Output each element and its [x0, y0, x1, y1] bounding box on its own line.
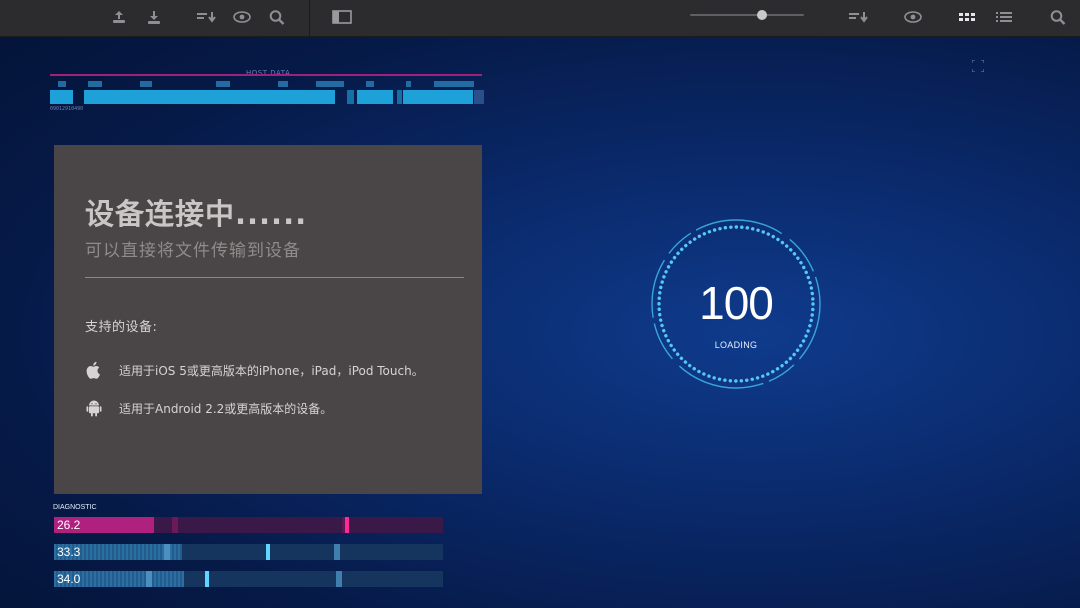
top-toolbar: [0, 0, 1080, 37]
sort-down-icon[interactable]: [196, 7, 218, 27]
card-divider: [85, 277, 464, 278]
loading-label: LOADING: [714, 340, 758, 350]
sort-down-icon[interactable]: [848, 7, 870, 27]
sidebar-toggle-icon[interactable]: [331, 7, 353, 27]
apple-icon: [85, 361, 103, 379]
diagnostic-value: 34.0: [57, 572, 81, 586]
grid-view-icon[interactable]: [956, 7, 978, 27]
device-item-label: 适用于Android 2.2或更高版本的设备。: [119, 401, 333, 416]
device-item-label: 适用于iOS 5或更高版本的iPhone，iPad，iPod Touch。: [119, 363, 424, 378]
zoom-slider-track[interactable]: [690, 14, 804, 16]
list-view-icon[interactable]: [993, 7, 1015, 27]
host-data-code: 09012910490: [50, 106, 84, 112]
eye-icon[interactable]: [231, 7, 253, 27]
zoom-slider-thumb[interactable]: [757, 10, 767, 20]
diagnostic-row: 26.2: [54, 517, 443, 533]
connection-title: 设备连接中......: [85, 197, 308, 231]
diagnostic-value: 33.3: [57, 545, 81, 559]
search-icon[interactable]: [266, 7, 288, 27]
diagnostic-row: 33.3: [54, 544, 443, 560]
diagnostic-value: 26.2: [57, 518, 81, 532]
diagnostic-row: 34.0: [54, 571, 443, 587]
eye-icon[interactable]: [902, 7, 924, 27]
host-data-blocks: [50, 90, 484, 104]
device-item-android: 适用于Android 2.2或更高版本的设备。: [85, 398, 332, 418]
loading-value: 100: [699, 277, 774, 329]
supported-devices-heading: 支持的设备:: [85, 320, 158, 335]
host-data-ticks: [50, 81, 482, 88]
toolbar-divider: [309, 0, 310, 36]
device-item-ios: 适用于iOS 5或更高版本的iPhone，iPad，iPod Touch。: [85, 360, 424, 380]
android-icon: [85, 399, 103, 417]
focus-corner-icon: [971, 57, 985, 73]
diagnostic-label: DIAGNOSTIC: [53, 504, 97, 511]
download-icon[interactable]: [143, 7, 165, 27]
upload-icon[interactable]: [108, 7, 130, 27]
host-data-line: [50, 74, 482, 76]
connection-subtitle: 可以直接将文件传输到设备: [85, 241, 301, 261]
search-icon[interactable]: [1047, 7, 1069, 27]
device-connection-card: 设备连接中...... 可以直接将文件传输到设备 支持的设备: 适用于iOS 5…: [54, 145, 482, 494]
